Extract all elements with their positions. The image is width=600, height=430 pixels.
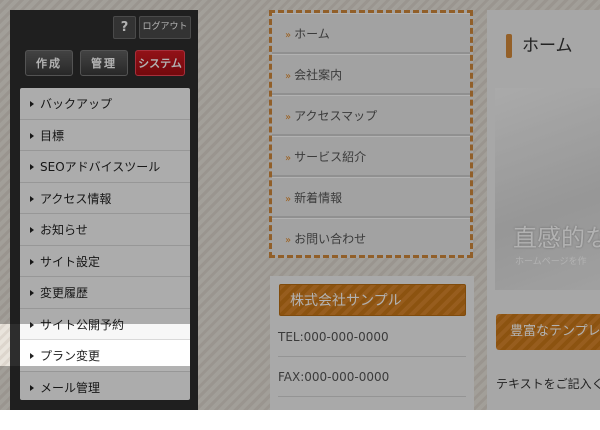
triangle-right-icon <box>30 353 34 359</box>
menu-item-label: プラン変更 <box>40 349 101 363</box>
dim-overlay <box>190 324 600 366</box>
bottom-strip <box>0 410 600 430</box>
dim-overlay <box>0 366 600 410</box>
dim-overlay <box>0 0 600 324</box>
